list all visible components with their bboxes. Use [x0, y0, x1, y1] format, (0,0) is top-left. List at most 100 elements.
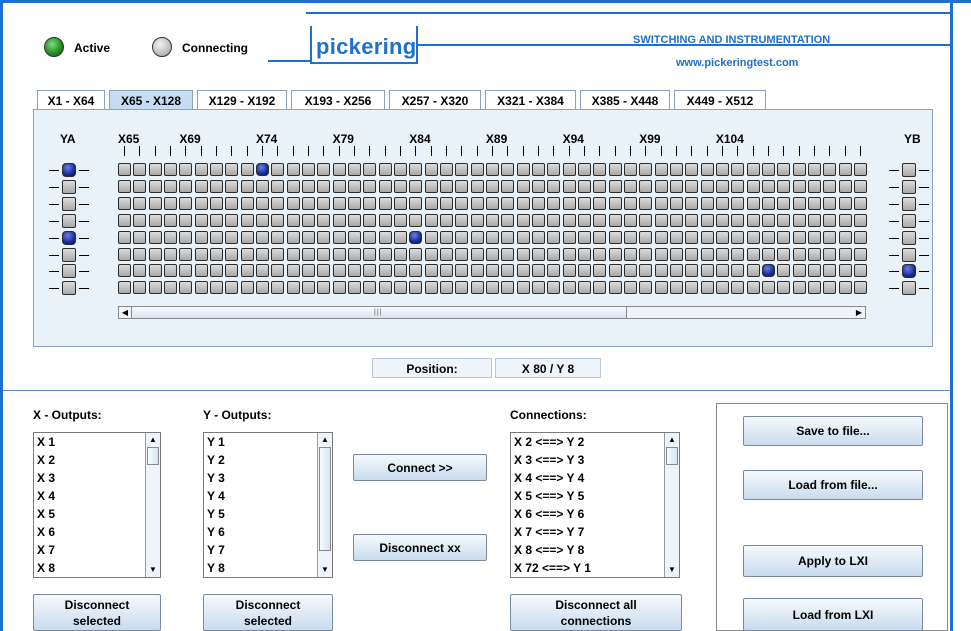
tab-x449-x512[interactable]: X449 - X512 — [674, 90, 766, 110]
crosspoint-switch[interactable] — [700, 230, 714, 244]
y-bus-switch[interactable] — [62, 196, 76, 211]
crosspoint-switch[interactable] — [501, 196, 515, 210]
crosspoint-switch[interactable] — [669, 163, 683, 176]
crosspoint-switch[interactable] — [485, 213, 499, 227]
crosspoint-switch[interactable] — [669, 179, 683, 193]
crosspoint-switch[interactable] — [393, 196, 407, 210]
crosspoint-switch[interactable] — [179, 213, 193, 227]
crosspoint-switch[interactable] — [470, 179, 484, 193]
crosspoint-switch[interactable] — [424, 264, 438, 278]
crosspoint-switch[interactable] — [332, 163, 346, 176]
crosspoint-switch[interactable] — [179, 230, 193, 244]
crosspoint-switch[interactable] — [255, 163, 269, 176]
crosspoint-switch[interactable] — [654, 163, 668, 176]
x-list-scrollbar[interactable]: ▲ ▼ — [145, 433, 160, 577]
scroll-down-icon[interactable]: ▼ — [146, 563, 160, 577]
crosspoint-switch[interactable] — [577, 213, 591, 227]
crosspoint-switch[interactable] — [363, 163, 377, 176]
scroll-left-icon[interactable]: ◀ — [119, 307, 131, 318]
crosspoint-switch[interactable] — [332, 179, 346, 193]
crosspoint-switch[interactable] — [133, 281, 147, 295]
crosspoint-switch[interactable] — [685, 163, 699, 176]
crosspoint-switch[interactable] — [317, 247, 331, 261]
crosspoint-switch[interactable] — [700, 247, 714, 261]
crosspoint-switch[interactable] — [700, 179, 714, 193]
crosspoint-switch[interactable] — [685, 196, 699, 210]
crosspoint-switch[interactable] — [685, 247, 699, 261]
crosspoint-switch[interactable] — [455, 281, 469, 295]
crosspoint-switch[interactable] — [378, 230, 392, 244]
crosspoint-switch[interactable] — [761, 264, 775, 278]
crosspoint-switch[interactable] — [777, 196, 791, 210]
crosspoint-switch[interactable] — [669, 196, 683, 210]
crosspoint-switch[interactable] — [531, 264, 545, 278]
crosspoint-switch[interactable] — [853, 247, 867, 261]
y-bus-switch[interactable] — [902, 281, 916, 296]
crosspoint-switch[interactable] — [347, 196, 361, 210]
crosspoint-switch[interactable] — [731, 213, 745, 227]
y-bus-switch[interactable] — [902, 213, 916, 228]
crosspoint-switch[interactable] — [439, 213, 453, 227]
y-bus-switch[interactable] — [62, 179, 76, 194]
connect-button[interactable]: Connect >> — [353, 454, 487, 481]
crosspoint-switch[interactable] — [179, 281, 193, 295]
crosspoint-switch[interactable] — [424, 230, 438, 244]
y-bus-switch[interactable] — [62, 247, 76, 262]
crosspoint-switch[interactable] — [562, 281, 576, 295]
crosspoint-switch[interactable] — [118, 281, 131, 295]
crosspoint-switch[interactable] — [194, 247, 208, 261]
crosspoint-switch[interactable] — [792, 281, 806, 295]
crosspoint-switch[interactable] — [194, 281, 208, 295]
crosspoint-switch[interactable] — [777, 230, 791, 244]
y-bus-switch[interactable] — [62, 264, 76, 279]
crosspoint-switch[interactable] — [777, 163, 791, 176]
y-bus-switch[interactable] — [902, 247, 916, 262]
crosspoint-switch[interactable] — [593, 264, 607, 278]
crosspoint-switch[interactable] — [209, 213, 223, 227]
crosspoint-switch[interactable] — [286, 163, 300, 176]
crosspoint-switch[interactable] — [562, 213, 576, 227]
crosspoint-switch[interactable] — [301, 230, 315, 244]
crosspoint-switch[interactable] — [838, 196, 852, 210]
list-item[interactable]: X 5 — [34, 505, 160, 523]
crosspoint-switch[interactable] — [501, 230, 515, 244]
crosspoint-switch[interactable] — [455, 213, 469, 227]
crosspoint-switch[interactable] — [378, 213, 392, 227]
crosspoint-switch[interactable] — [393, 179, 407, 193]
crosspoint-switch[interactable] — [439, 264, 453, 278]
crosspoint-switch[interactable] — [317, 196, 331, 210]
crosspoint-switch[interactable] — [378, 264, 392, 278]
load-from-file-button[interactable]: Load from file... — [743, 470, 923, 500]
crosspoint-switch[interactable] — [271, 213, 285, 227]
crosspoint-switch[interactable] — [255, 264, 269, 278]
crosspoint-switch[interactable] — [194, 163, 208, 176]
y-bus-switch[interactable] — [62, 281, 76, 296]
crosspoint-switch[interactable] — [240, 196, 254, 210]
crosspoint-switch[interactable] — [654, 247, 668, 261]
crosspoint-switch[interactable] — [409, 281, 423, 295]
crosspoint-switch[interactable] — [608, 196, 622, 210]
crosspoint-switch[interactable] — [715, 213, 729, 227]
crosspoint-switch[interactable] — [838, 230, 852, 244]
connections-list[interactable]: X 2 <==> Y 2X 3 <==> Y 3X 4 <==> Y 4X 5 … — [510, 432, 680, 578]
crosspoint-switch[interactable] — [593, 247, 607, 261]
crosspoint-switch[interactable] — [807, 247, 821, 261]
list-item[interactable]: Y 1 — [204, 433, 332, 451]
list-item[interactable]: X 1 — [34, 433, 160, 451]
list-item[interactable]: X 3 <==> Y 3 — [511, 451, 679, 469]
crosspoint-switch[interactable] — [547, 264, 561, 278]
crosspoint-switch[interactable] — [409, 196, 423, 210]
crosspoint-switch[interactable] — [746, 196, 760, 210]
crosspoint-switch[interactable] — [501, 281, 515, 295]
crosspoint-switch[interactable] — [317, 264, 331, 278]
crosspoint-switch[interactable] — [148, 163, 162, 176]
crosspoint-switch[interactable] — [118, 196, 131, 210]
y-list-scrollbar[interactable]: ▲ ▼ — [317, 433, 332, 577]
crosspoint-switch[interactable] — [286, 247, 300, 261]
crosspoint-switch[interactable] — [823, 264, 837, 278]
list-item[interactable]: X 7 <==> Y 7 — [511, 523, 679, 541]
crosspoint-switch[interactable] — [194, 179, 208, 193]
crosspoint-switch[interactable] — [547, 230, 561, 244]
crosspoint-switch[interactable] — [225, 196, 239, 210]
crosspoint-switch[interactable] — [332, 196, 346, 210]
